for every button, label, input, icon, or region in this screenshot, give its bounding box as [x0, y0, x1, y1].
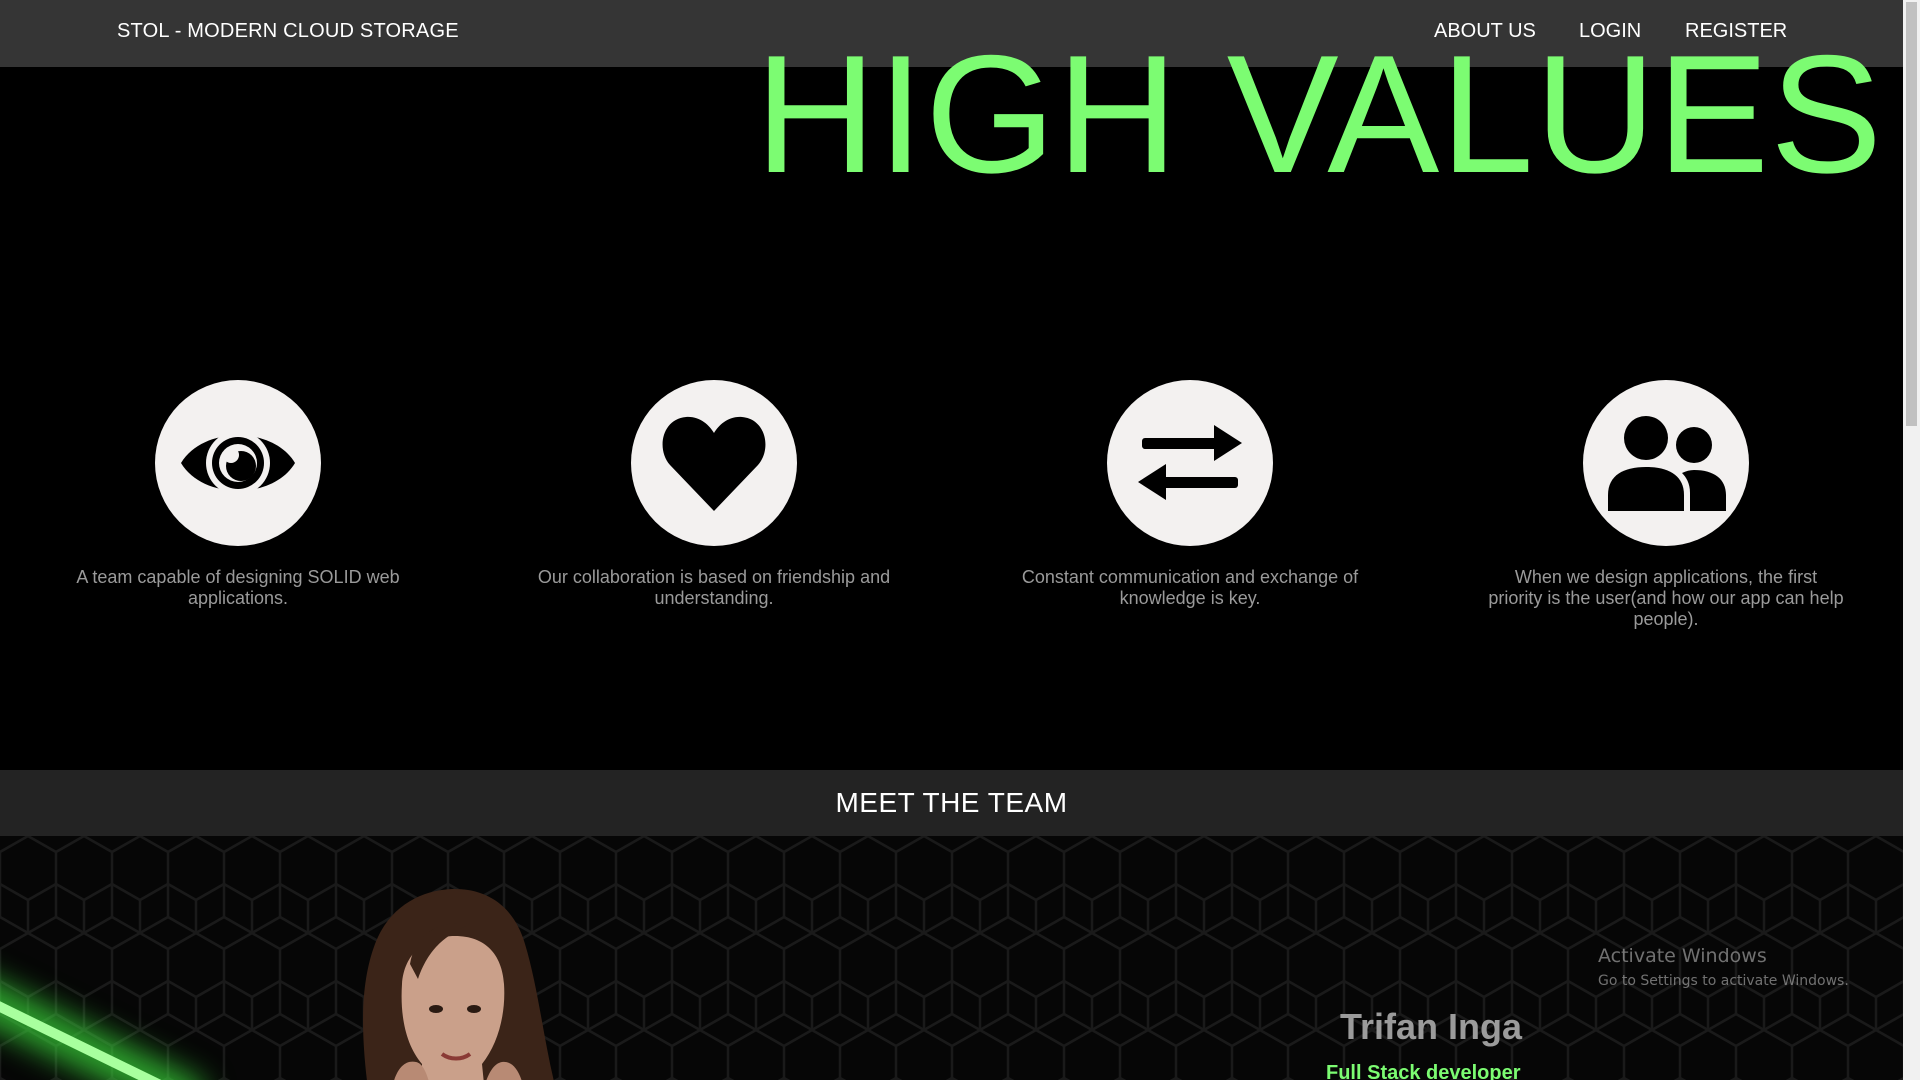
- hero-title: HIGH VALUES: [755, 20, 1884, 208]
- windows-activation-watermark: Activate Windows Go to Settings to activ…: [1598, 945, 1849, 989]
- exchange-arrows-icon: [1107, 380, 1273, 546]
- team-banner: MEET THE TEAM: [0, 770, 1903, 836]
- value-text: Constant communication and exchange of k…: [1021, 567, 1359, 608]
- member-photo: [363, 889, 554, 1080]
- brand-link[interactable]: STOL - MODERN CLOUD STORAGE: [117, 20, 459, 43]
- member-name: Trifan Inga: [1340, 1006, 1523, 1047]
- value-card-friendship: Our collaboration is based on friendship…: [476, 380, 952, 609]
- value-card-communication: Constant communication and exchange of k…: [952, 380, 1428, 609]
- users-icon: [1583, 380, 1749, 546]
- vertical-scrollbar[interactable]: [1903, 0, 1920, 1080]
- value-card-vision: A team capable of designing SOLID web ap…: [0, 380, 476, 609]
- watermark-subtitle: Go to Settings to activate Windows.: [1598, 973, 1849, 989]
- member-role: Full Stack developer: [1326, 1062, 1521, 1080]
- value-card-user-first: When we design applications, the first p…: [1428, 380, 1904, 630]
- eye-icon: [155, 380, 321, 546]
- value-text: Our collaboration is based on friendship…: [537, 567, 891, 608]
- values-section: A team capable of designing SOLID web ap…: [0, 380, 1903, 629]
- scrollbar-thumb[interactable]: [1906, 2, 1917, 426]
- about-page: STOL - MODERN CLOUD STORAGE ABOUT US LOG…: [0, 0, 1920, 1080]
- value-text: When we design applications, the first p…: [1488, 567, 1844, 629]
- watermark-title: Activate Windows: [1598, 945, 1767, 967]
- heart-icon: [631, 380, 797, 546]
- value-text: A team capable of designing SOLID web ap…: [76, 567, 400, 608]
- team-heading: MEET THE TEAM: [835, 787, 1068, 818]
